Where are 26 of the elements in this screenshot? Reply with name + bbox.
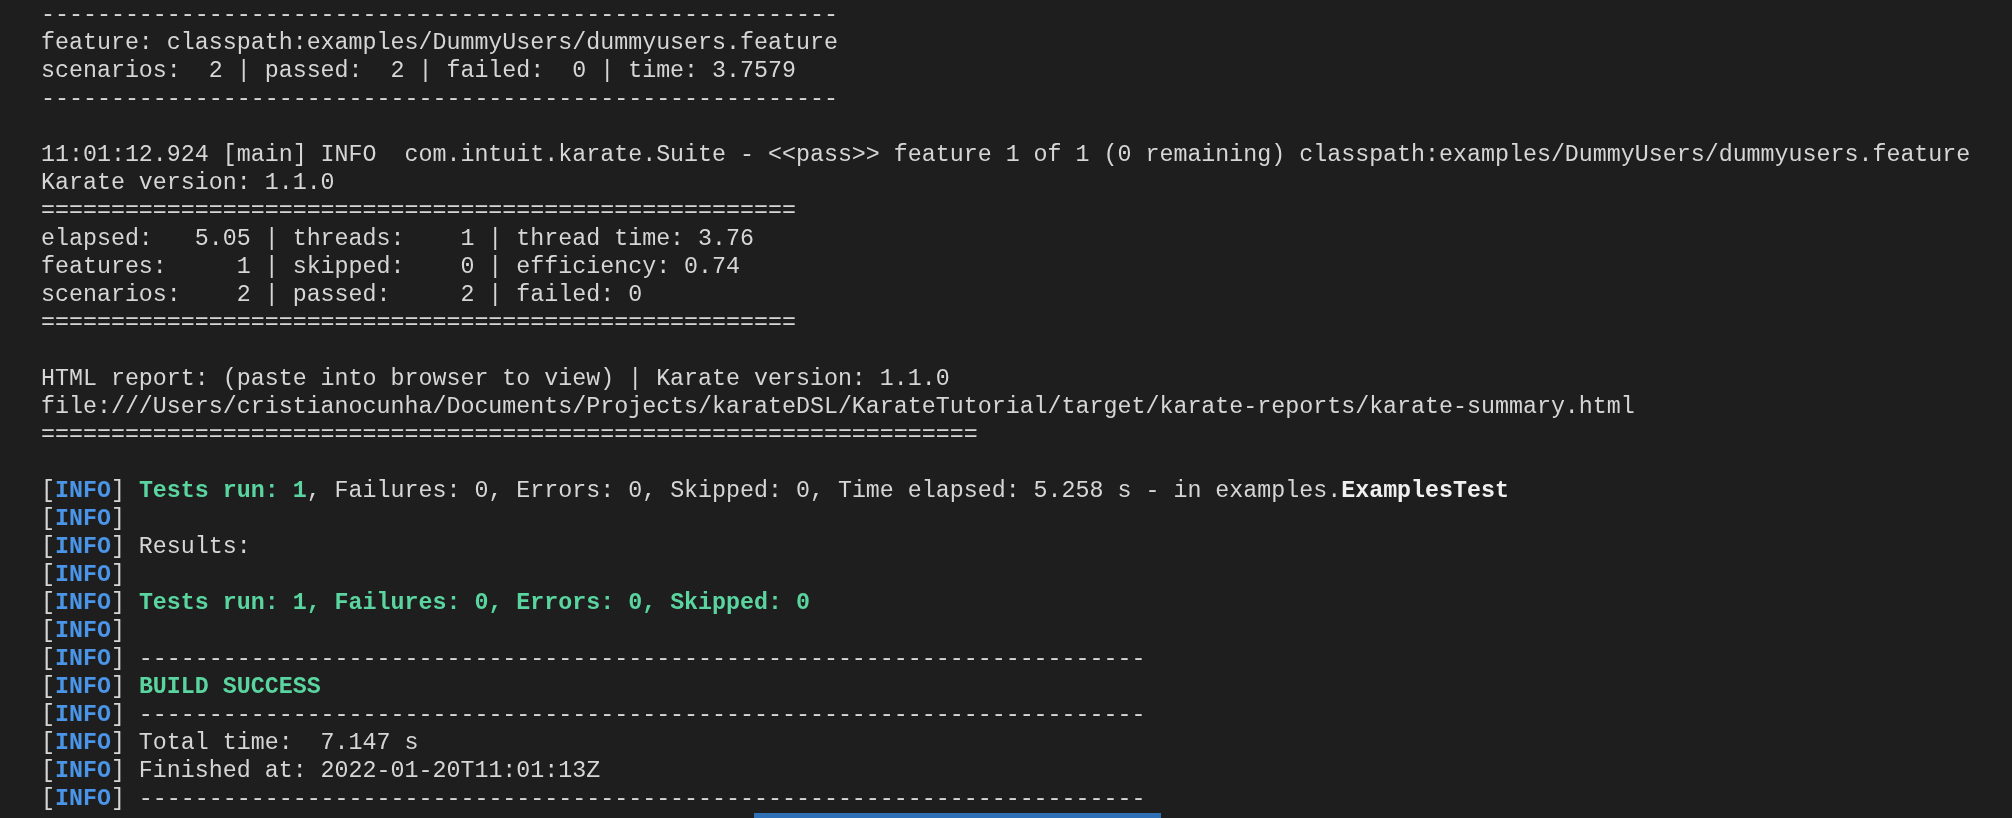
log-line: [INFO] Finished at: 2022-01-20T11:01:13Z [41, 757, 601, 785]
log-line: file:///Users/cristianocunha/Documents/Projects/karateDSL/KarateTutorial/target/karate-reports/karate-summary.html [41, 393, 1635, 421]
log-line: ====================================================== [41, 197, 796, 225]
log-line: [INFO] Tests run: 1, Failures: 0, Errors: 0, Skipped: 0, Time elapsed: 5.258 s - in examples.ExamplesTest [41, 477, 1509, 505]
log-line: scenarios: 2 | passed: 2 | failed: 0 [41, 281, 643, 309]
log-line: feature: classpath:examples/DummyUsers/dummyusers.feature [41, 29, 838, 57]
log-line: elapsed: 5.05 | threads: 1 | thread time: 3.76 [41, 225, 754, 253]
log-line: [INFO] Results: [41, 533, 251, 561]
log-line: features: 1 | skipped: 0 | efficiency: 0.74 [41, 253, 741, 281]
log-line: --------------------------------------------------------- [41, 1, 838, 29]
log-line: [INFO] Total time: 7.147 s [41, 729, 419, 757]
log-line: --------------------------------------------------------- [41, 85, 838, 113]
log-line: [INFO] BUILD SUCCESS [41, 673, 321, 701]
log-line: [INFO] [41, 561, 125, 589]
log-line: [INFO] [41, 505, 125, 533]
log-line: [INFO] ------------------------------------------------------------------------ [41, 785, 1146, 813]
log-line: scenarios: 2 | passed: 2 | failed: 0 | time: 3.7579 [41, 57, 796, 85]
log-line: [INFO] [41, 617, 125, 645]
log-line: 11:01:12.924 [main] INFO com.intuit.karate.Suite - <<pass>> feature 1 of 1 (0 remaining) classpath:examples/DummyUsers/dummyusers.feature [41, 141, 1971, 169]
log-line: [INFO] ------------------------------------------------------------------------ [41, 701, 1146, 729]
log-line: Karate version: 1.1.0 [41, 169, 335, 197]
log-line: =================================================================== [41, 421, 978, 449]
log-line: [INFO] Tests run: 1, Failures: 0, Errors: 0, Skipped: 0 [41, 589, 810, 617]
log-line: HTML report: (paste into browser to view) | Karate version: 1.1.0 [41, 365, 950, 393]
log-line: [INFO] ------------------------------------------------------------------------ [41, 645, 1146, 673]
log-line: ====================================================== [41, 309, 796, 337]
